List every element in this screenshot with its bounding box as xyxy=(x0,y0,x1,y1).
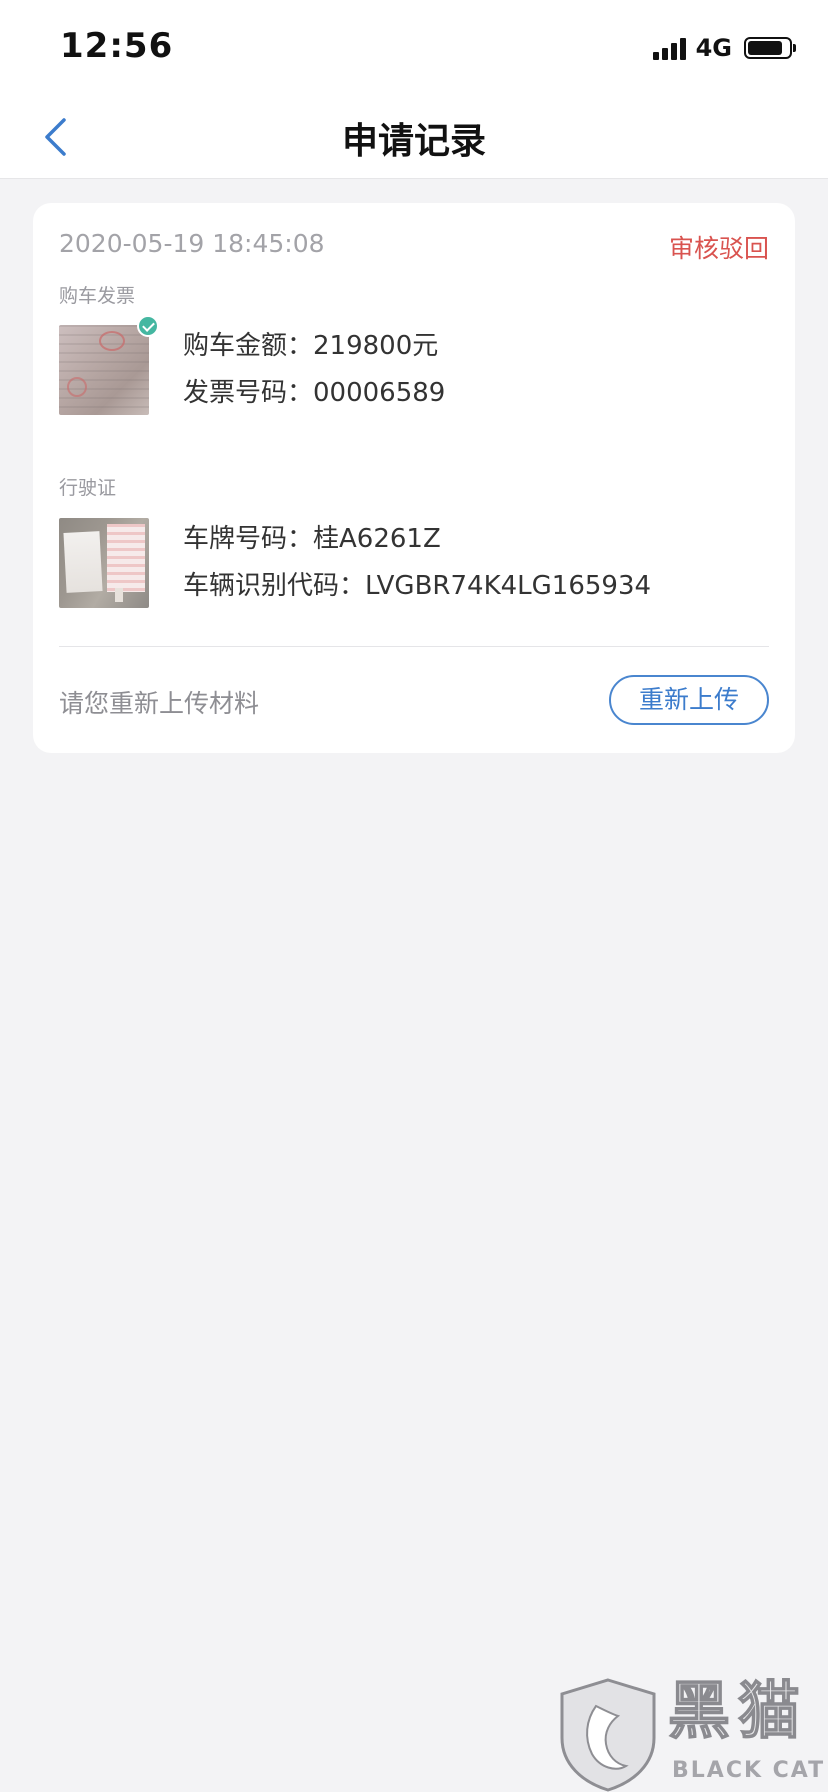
signal-icon xyxy=(652,36,686,60)
plate-number-value: 桂A6261Z xyxy=(313,524,441,554)
battery-icon xyxy=(744,37,796,59)
divider xyxy=(59,646,769,647)
verified-check-icon xyxy=(137,315,159,337)
application-record-card: 2020-05-19 18:45:08 审核驳回 购车发票 购车金额：21980… xyxy=(33,203,795,753)
license-section-label: 行驶证 xyxy=(59,477,117,499)
watermark: 黑猫 BLACK CAT xyxy=(556,1674,828,1792)
plate-number-label: 车牌号码： xyxy=(183,524,314,554)
vin-code-value: LVGBR74K4LG165934 xyxy=(365,571,652,601)
watermark-title: 黑猫 xyxy=(667,1674,809,1747)
page-title: 申请记录 xyxy=(341,121,486,162)
stamp-mark xyxy=(99,331,125,351)
invoice-number: 发票号码：00006589 xyxy=(183,372,445,409)
document-tab xyxy=(115,588,123,602)
purchase-amount: 购车金额：219800元 xyxy=(183,325,438,362)
purchase-amount-value: 219800元 xyxy=(313,331,439,361)
document-page xyxy=(107,524,145,592)
status-bar: 12:56 4G xyxy=(0,0,828,96)
black-cat-logo-icon xyxy=(560,1678,656,1792)
stamp-mark xyxy=(67,377,87,397)
status-indicators: 4G xyxy=(652,34,796,62)
document-page xyxy=(63,531,103,593)
reupload-hint: 请您重新上传材料 xyxy=(59,689,260,718)
license-thumbnail[interactable] xyxy=(59,518,149,608)
invoice-number-value: 00006589 xyxy=(313,378,446,408)
watermark-subtitle: BLACK CAT xyxy=(672,1758,826,1783)
vin-code: 车辆识别代码：LVGBR74K4LG165934 xyxy=(183,565,651,602)
purchase-amount-label: 购车金额： xyxy=(183,331,314,361)
invoice-thumbnail[interactable] xyxy=(59,325,149,415)
status-time: 12:56 xyxy=(60,26,174,66)
review-status-badge: 审核驳回 xyxy=(668,234,769,263)
invoice-number-label: 发票号码： xyxy=(183,378,314,408)
plate-number: 车牌号码：桂A6261Z xyxy=(183,518,441,555)
invoice-section-label: 购车发票 xyxy=(59,285,136,307)
vin-code-label: 车辆识别代码： xyxy=(183,571,366,601)
network-label: 4G xyxy=(695,34,732,62)
reupload-button[interactable]: 重新上传 xyxy=(609,675,769,725)
nav-bar: 申请记录 xyxy=(0,96,828,179)
record-datetime: 2020-05-19 18:45:08 xyxy=(59,229,325,258)
